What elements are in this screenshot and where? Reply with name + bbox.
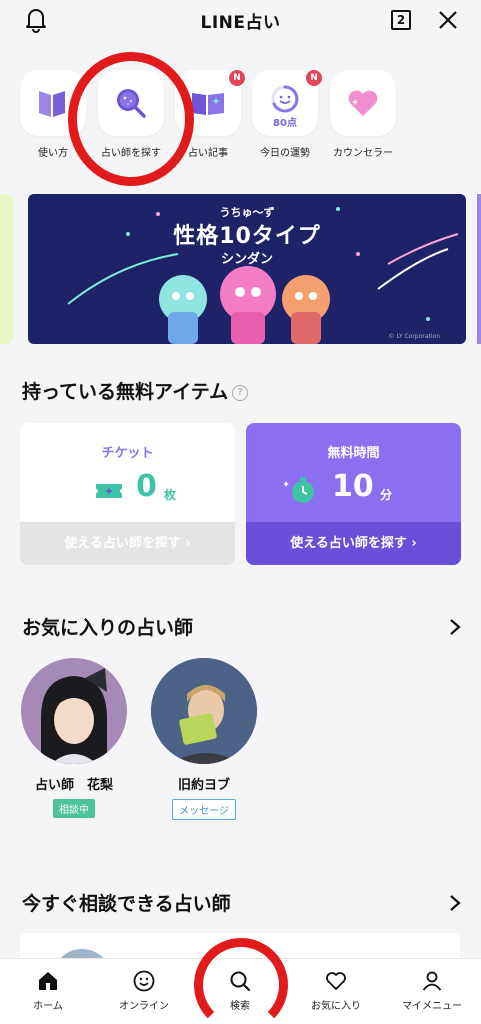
free-time-unit: 分 [380,488,393,502]
app-header: LINE占い 2 [0,0,481,50]
quick-item-label: 占い記事 [188,148,228,159]
nav-home[interactable]: ホーム [0,969,96,1012]
banner-title: 性格10タイプ [173,224,321,249]
nav-label: 検索 [230,1001,250,1012]
chevron-right-icon[interactable] [448,618,462,636]
quick-menu: 使い方 占い師を探す N 占い記事 80点 N 今日の運勢 カウンセラー [20,70,480,165]
free-items-section-title: 持っている無料アイテム? [22,377,249,404]
free-time-find-button[interactable]: 使える占い師を探す › [246,522,461,565]
avatar-photo [151,658,257,764]
magazine-icon [192,93,224,115]
chevron-right-icon[interactable] [448,894,462,912]
banner-prev-peek[interactable] [0,194,14,344]
tab-count-button[interactable]: 2 [391,10,411,30]
message-badge: メッセージ [172,799,236,820]
status-badge: 相談中 [53,799,95,818]
heart-outline-icon [326,972,346,990]
quick-item-label: 使い方 [38,148,68,159]
new-badge: N [306,70,322,86]
avatar [21,658,127,764]
avatar [151,658,257,764]
nav-search[interactable]: 検索 [192,969,288,1012]
ticket-unit: 枚 [164,488,177,502]
free-items-title: 持っている無料アイテム [22,381,229,403]
nav-label: オンライン [119,1001,169,1012]
person-icon [422,971,442,991]
crystal-search-icon [117,89,146,118]
quick-item-find-fortune-teller[interactable]: 占い師を探す [98,70,164,159]
nav-label: お気に入り [311,1001,361,1012]
favorites-title: お気に入りの占い師 [22,617,194,639]
nav-label: ホーム [33,1001,63,1012]
ticket-find-button[interactable]: 使える占い師を探す › [20,522,235,565]
quick-item-label: カウンセラー [333,148,393,159]
book-icon [39,91,65,117]
nav-online[interactable]: オンライン [96,969,192,1012]
free-time-card: 無料時間 10 分 使える占い師を探す › [246,423,461,565]
quick-item-daily-fortune[interactable]: 80点 N 今日の運勢 [252,70,322,159]
banner-next-peek[interactable] [477,194,481,344]
nav-label: マイメニュー [402,1001,462,1012]
quick-item-counselor[interactable]: カウンセラー [330,70,396,159]
banner-copyright: © LY Corporation [388,333,440,340]
favorite-item[interactable]: 旧約ヨブ メッセージ [150,658,258,820]
promo-banner[interactable]: うちゅ〜ず 性格10タイプ シンダン © LY Corporation [28,194,466,344]
new-badge: N [229,70,245,86]
quick-item-label: 占い師を探す [101,148,161,159]
heart-icon [348,90,378,116]
avatar-photo [41,668,107,764]
quick-item-articles[interactable]: N 占い記事 [175,70,245,159]
search-icon [230,971,251,992]
bottom-nav: ホーム オンライン 検索 お気に入り マイメニュー [0,958,481,1024]
stopwatch-icon [284,477,314,503]
ticket-label: チケット [101,446,154,461]
quick-item-howto[interactable]: 使い方 [20,70,86,159]
ticket-card: チケット 0 枚 使える占い師を探す › [20,423,235,565]
ticket-count: 0 [136,469,157,504]
favorite-name: 旧約ヨブ [177,778,230,793]
free-time-value: 10 [332,469,374,504]
nav-favorites[interactable]: お気に入り [288,969,384,1012]
nav-my-menu[interactable]: マイメニュー [384,969,480,1012]
home-icon [39,972,57,990]
favorite-name: 占い師 花梨 [34,778,113,793]
smile-icon [133,970,155,992]
ticket-icon [96,484,122,498]
close-icon[interactable] [436,8,460,32]
favorite-item[interactable]: 占い師 花梨 相談中 [20,658,128,818]
help-icon[interactable]: ? [232,384,249,401]
free-time-label: 無料時間 [327,446,380,461]
quick-item-label: 今日の運勢 [260,148,310,159]
fortune-points: 80点 [273,118,297,129]
banner-title-sub: シンダン [220,252,273,267]
available-now-title: 今すぐ相談できる占い師 [22,893,231,915]
